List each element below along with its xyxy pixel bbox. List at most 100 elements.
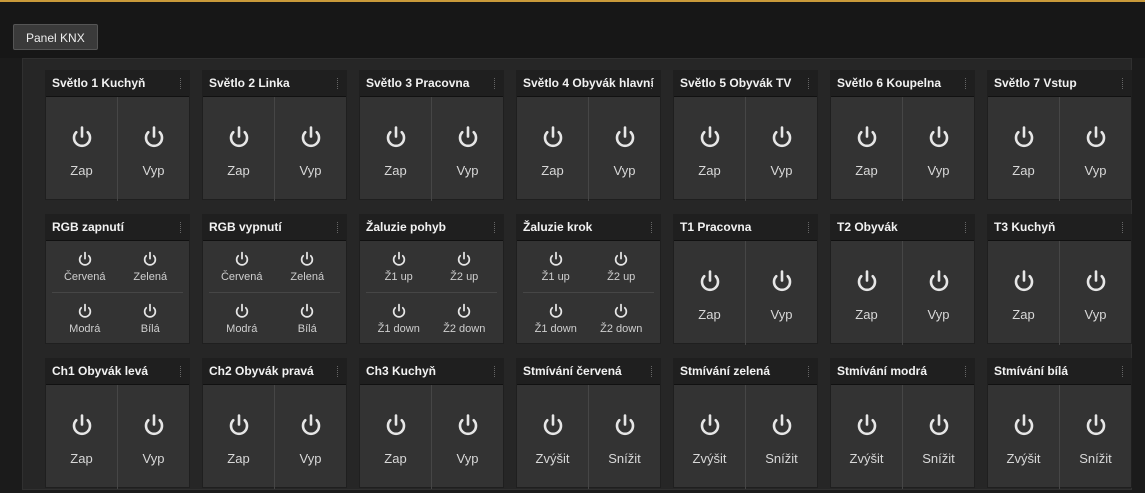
power-button[interactable]: Zap (203, 385, 275, 489)
power-button[interactable]: Bílá (275, 293, 341, 345)
power-button[interactable]: Zap (360, 97, 432, 201)
drag-handle-icon[interactable] (180, 366, 184, 377)
power-button[interactable]: Modrá (209, 293, 275, 345)
button-label: Snížit (608, 450, 641, 466)
power-button[interactable]: Bílá (118, 293, 184, 345)
power-button[interactable]: Ž2 down (589, 293, 655, 345)
power-button[interactable]: Červená (209, 241, 275, 293)
power-button[interactable]: Snížit (746, 385, 817, 489)
power-button[interactable]: Zap (674, 241, 746, 345)
drag-handle-icon[interactable] (808, 366, 812, 377)
power-button[interactable]: Zap (517, 97, 589, 201)
power-icon (72, 413, 91, 435)
power-button[interactable]: Ž1 up (523, 241, 589, 293)
power-button[interactable]: Vyp (275, 97, 346, 201)
power-button[interactable]: Ž1 up (366, 241, 432, 293)
power-button[interactable]: Zelená (274, 241, 340, 293)
drag-handle-icon[interactable] (337, 366, 341, 377)
widget-title: Světlo 4 Obyvák hlavní (517, 71, 660, 97)
power-button[interactable]: Modrá (52, 293, 118, 345)
power-icon (144, 125, 163, 147)
power-button[interactable]: Vyp (903, 241, 974, 345)
drag-handle-icon[interactable] (180, 222, 184, 233)
drag-handle-icon[interactable] (494, 222, 498, 233)
power-button[interactable]: Snížit (1060, 385, 1131, 489)
power-button[interactable]: Vyp (589, 97, 660, 201)
widget-body: Zap Vyp (988, 97, 1131, 201)
power-button[interactable]: Vyp (118, 97, 189, 201)
button-label: Snížit (922, 450, 955, 466)
power-button[interactable]: Zvýšit (988, 385, 1060, 489)
widget-body: Červená Zelená Modrá Bílá (203, 241, 346, 345)
drag-handle-icon[interactable] (494, 78, 498, 89)
power-button[interactable]: Ž1 down (366, 293, 432, 345)
drag-handle-icon[interactable] (651, 366, 655, 377)
drag-handle-icon[interactable] (965, 222, 969, 233)
power-button[interactable]: Vyp (746, 241, 817, 345)
power-button[interactable]: Zap (831, 241, 903, 345)
power-button[interactable]: Ž1 down (523, 293, 589, 345)
power-button[interactable]: Vyp (746, 97, 817, 201)
drag-handle-icon[interactable] (1122, 78, 1126, 89)
widget-title-text: Světlo 4 Obyvák hlavní (523, 76, 654, 90)
power-button[interactable]: Zap (360, 385, 432, 489)
power-button[interactable]: Zap (46, 97, 118, 201)
power-button[interactable]: Ž2 down (432, 293, 498, 345)
button-label: Vyp (456, 450, 479, 466)
drag-handle-icon[interactable] (1122, 222, 1126, 233)
power-button[interactable]: Zvýšit (674, 385, 746, 489)
widget-card: Žaluzie pohyb Ž1 up Ž2 up Ž1 down Ž2 down (359, 214, 504, 344)
power-button[interactable]: Zvýšit (517, 385, 589, 489)
power-button[interactable]: Vyp (1060, 97, 1131, 201)
power-icon (235, 303, 248, 318)
power-icon (301, 125, 320, 147)
button-label: Zvýšit (535, 450, 570, 466)
power-button[interactable]: Ž2 up (431, 241, 497, 293)
drag-handle-icon[interactable] (651, 222, 655, 233)
power-button[interactable]: Zap (988, 241, 1060, 345)
power-button[interactable]: Vyp (432, 385, 503, 489)
widget-title-text: Žaluzie krok (523, 220, 593, 234)
power-icon (392, 251, 405, 266)
power-button[interactable]: Zvýšit (831, 385, 903, 489)
drag-handle-icon[interactable] (651, 78, 655, 89)
drag-handle-icon[interactable] (965, 78, 969, 89)
widget-body: Zap Vyp (988, 241, 1131, 345)
power-button[interactable]: Snížit (589, 385, 660, 489)
drag-handle-icon[interactable] (808, 78, 812, 89)
power-icon (386, 125, 405, 147)
power-button[interactable]: Zelená (117, 241, 183, 293)
panel-knx-tab[interactable]: Panel KNX (13, 24, 98, 50)
power-button[interactable]: Vyp (1060, 241, 1131, 345)
drag-handle-icon[interactable] (494, 366, 498, 377)
power-button[interactable]: Ž2 up (588, 241, 654, 293)
widget-title-text: Ch3 Kuchyň (366, 364, 437, 378)
button-label: Modrá (69, 323, 101, 335)
drag-handle-icon[interactable] (808, 222, 812, 233)
button-label: Zvýšit (692, 450, 727, 466)
power-icon (301, 303, 314, 318)
widget-title: Žaluzie krok (517, 215, 660, 241)
drag-handle-icon[interactable] (337, 78, 341, 89)
power-button[interactable]: Zap (46, 385, 118, 489)
widget-card: Stmívání červená Zvýšit Snížit (516, 358, 661, 489)
drag-handle-icon[interactable] (1122, 366, 1126, 377)
power-button[interactable]: Vyp (275, 385, 346, 489)
power-button[interactable]: Vyp (432, 97, 503, 201)
power-button[interactable]: Zap (831, 97, 903, 201)
power-button[interactable]: Zap (674, 97, 746, 201)
drag-handle-icon[interactable] (337, 222, 341, 233)
power-button[interactable]: Červená (52, 241, 118, 293)
drag-handle-icon[interactable] (965, 366, 969, 377)
button-label: Zap (541, 162, 564, 178)
power-icon (700, 269, 719, 291)
power-button[interactable]: Vyp (903, 97, 974, 201)
power-button[interactable]: Snížit (903, 385, 974, 489)
power-button[interactable]: Zap (988, 97, 1060, 201)
power-button[interactable]: Zap (203, 97, 275, 201)
power-button[interactable]: Vyp (118, 385, 189, 489)
button-label: Zap (70, 450, 93, 466)
button-label: Modrá (226, 323, 258, 335)
widget-title-text: Světlo 2 Linka (209, 76, 290, 90)
drag-handle-icon[interactable] (180, 78, 184, 89)
